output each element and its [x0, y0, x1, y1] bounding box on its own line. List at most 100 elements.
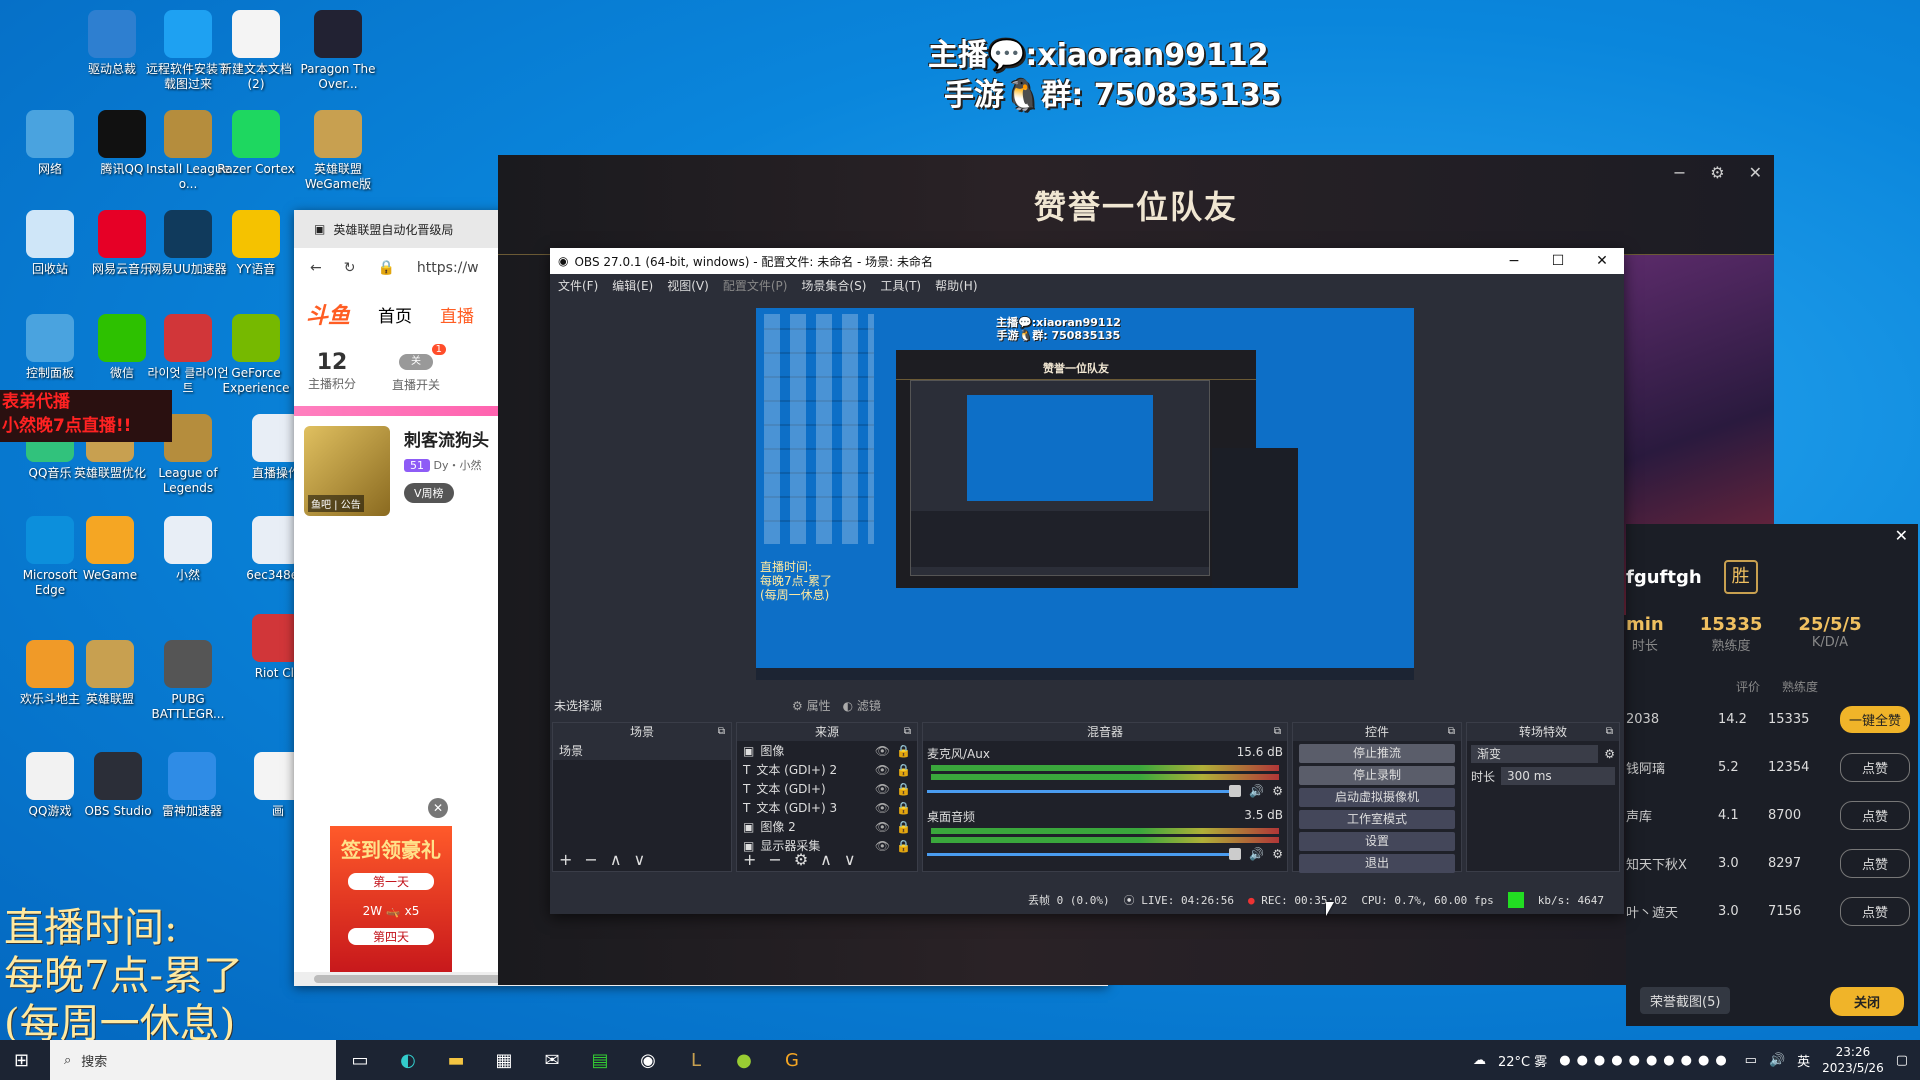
- control-button[interactable]: 停止推流: [1299, 744, 1455, 763]
- settings-gear-icon[interactable]: ⚙: [1710, 163, 1724, 182]
- live-switch[interactable]: 关: [399, 354, 434, 370]
- obs-menu-item[interactable]: 帮助(H): [935, 277, 977, 294]
- promo-banner[interactable]: 签到领豪礼 第一天 2W 🛶 x5 第四天: [330, 826, 452, 986]
- duration-input[interactable]: 300 ms: [1501, 767, 1615, 785]
- source-up-icon[interactable]: ∧: [820, 850, 832, 869]
- close-button[interactable]: 关闭: [1829, 987, 1904, 1016]
- desktop-icon[interactable]: Razer Cortex: [214, 110, 298, 177]
- scene-up-icon[interactable]: ∧: [610, 850, 622, 869]
- close-icon[interactable]: ✕: [1749, 163, 1762, 182]
- streamer-avatar[interactable]: 鱼吧 | 公告: [304, 426, 390, 516]
- control-button[interactable]: 停止录制: [1299, 766, 1455, 785]
- network-tray-icon[interactable]: ▭: [1745, 1053, 1757, 1068]
- g-app-taskbar-icon[interactable]: G: [768, 1040, 816, 1080]
- ime-indicator[interactable]: 英: [1797, 1051, 1810, 1070]
- source-item[interactable]: ▣ 图像 👁 🔒: [737, 741, 917, 760]
- taskbar-search[interactable]: ⌕ 搜索: [50, 1040, 336, 1080]
- channel-gear-icon[interactable]: ⚙: [1272, 784, 1283, 798]
- refresh-icon[interactable]: ↻: [344, 260, 356, 276]
- visibility-eye-icon[interactable]: 👁: [875, 763, 890, 777]
- remove-source-icon[interactable]: −: [768, 850, 781, 869]
- add-source-icon[interactable]: +: [743, 850, 756, 869]
- lock-icon[interactable]: 🔒: [896, 744, 911, 758]
- speaker-icon[interactable]: 🔊: [1249, 847, 1264, 861]
- obs-menu-item[interactable]: 文件(F): [558, 277, 598, 294]
- app-taskbar-icon[interactable]: ▤: [576, 1040, 624, 1080]
- scene-down-icon[interactable]: ∨: [634, 850, 646, 869]
- obs-taskbar-icon[interactable]: ◉: [624, 1040, 672, 1080]
- edge-taskbar-icon[interactable]: ◐: [384, 1040, 432, 1080]
- visibility-eye-icon[interactable]: 👁: [875, 782, 890, 796]
- obs-menu-item[interactable]: 视图(V): [667, 277, 709, 294]
- scene-item[interactable]: 场景: [553, 741, 731, 760]
- add-scene-icon[interactable]: +: [559, 850, 572, 869]
- desktop-icon[interactable]: Paragon The Over...: [296, 10, 380, 92]
- tag-notice[interactable]: 公告: [341, 500, 361, 511]
- like-button[interactable]: 一键全赞: [1840, 705, 1910, 733]
- douyu-logo[interactable]: 斗鱼: [306, 298, 350, 330]
- source-item[interactable]: T 文本 (GDI+) 2 👁 🔒: [737, 760, 917, 779]
- task-view-icon[interactable]: ▭: [336, 1040, 384, 1080]
- obs-maximize-icon[interactable]: ☐: [1536, 253, 1580, 269]
- like-button[interactable]: 点赞: [1840, 800, 1910, 830]
- speaker-icon[interactable]: 🔊: [1249, 784, 1264, 798]
- tray-icons[interactable]: ●●●●●●●●●●: [1559, 1053, 1732, 1068]
- visibility-eye-icon[interactable]: 👁: [875, 801, 890, 815]
- start-button[interactable]: ⊞: [14, 1050, 29, 1071]
- lock-icon[interactable]: 🔒: [896, 839, 911, 853]
- lock-icon[interactable]: 🔒: [896, 820, 911, 834]
- explorer-taskbar-icon[interactable]: ▬: [432, 1040, 480, 1080]
- vweek-button[interactable]: V周榜: [404, 483, 454, 503]
- desktop-icon[interactable]: 英雄联盟: [68, 640, 152, 707]
- green-app-taskbar-icon[interactable]: ●: [720, 1040, 768, 1080]
- source-down-icon[interactable]: ∨: [844, 850, 856, 869]
- visibility-eye-icon[interactable]: 👁: [875, 744, 890, 758]
- properties-button[interactable]: ⚙ 属性: [792, 697, 831, 714]
- desktop-icon[interactable]: 驱动总裁: [70, 10, 154, 77]
- lock-icon[interactable]: 🔒: [896, 763, 911, 777]
- desktop-icon[interactable]: 新建文本文档 (2): [214, 10, 298, 92]
- transition-gear-icon[interactable]: ⚙: [1604, 747, 1615, 761]
- lock-icon[interactable]: 🔒: [896, 782, 911, 796]
- store-taskbar-icon[interactable]: ▦: [480, 1040, 528, 1080]
- browser-tab-title[interactable]: 英雄联盟自动化晋级局: [333, 221, 453, 238]
- desktop-icon[interactable]: 英雄联盟 WeGame版: [296, 110, 380, 192]
- promo-close-icon[interactable]: ✕: [428, 798, 448, 818]
- obs-menu-item[interactable]: 编辑(E): [612, 277, 653, 294]
- address-bar[interactable]: https://w: [417, 260, 479, 276]
- obs-menu-item[interactable]: 工具(T): [880, 277, 921, 294]
- control-button[interactable]: 设置: [1299, 832, 1455, 851]
- lol-taskbar-icon[interactable]: L: [672, 1040, 720, 1080]
- weather-text[interactable]: 22°C 雾: [1498, 1051, 1547, 1070]
- remove-scene-icon[interactable]: −: [584, 850, 597, 869]
- volume-icon[interactable]: 🔊: [1769, 1053, 1785, 1068]
- mail-taskbar-icon[interactable]: ✉: [528, 1040, 576, 1080]
- desktop-icon[interactable]: 雷神加速器: [150, 752, 234, 819]
- source-item[interactable]: ▣ 图像 2 👁 🔒: [737, 817, 917, 836]
- nav-live[interactable]: 直播: [440, 302, 474, 327]
- volume-slider[interactable]: [927, 784, 1242, 797]
- obs-menu-item[interactable]: 场景集合(S): [801, 277, 866, 294]
- source-settings-icon[interactable]: ⚙: [794, 850, 808, 869]
- desktop-icon[interactable]: 小然: [146, 516, 230, 583]
- notification-icon[interactable]: ▢: [1896, 1053, 1908, 1068]
- control-button[interactable]: 工作室模式: [1299, 810, 1455, 829]
- desktop-icon[interactable]: YY语音: [214, 210, 298, 277]
- weather-icon[interactable]: ☁: [1473, 1053, 1486, 1068]
- like-button[interactable]: 点赞: [1840, 752, 1910, 782]
- back-icon[interactable]: ←: [310, 260, 322, 276]
- obs-minimize-icon[interactable]: −: [1492, 253, 1536, 269]
- desktop-icon[interactable]: PUBG BATTLEGR...: [146, 640, 230, 722]
- obs-menu-item[interactable]: 配置文件(P): [723, 277, 788, 294]
- source-item[interactable]: T 文本 (GDI+) 3 👁 🔒: [737, 798, 917, 817]
- obs-close-icon[interactable]: ✕: [1580, 253, 1624, 269]
- control-button[interactable]: 退出: [1299, 854, 1455, 873]
- lock-icon[interactable]: 🔒: [896, 801, 911, 815]
- transition-select[interactable]: 渐变: [1471, 745, 1599, 763]
- minimize-icon[interactable]: −: [1673, 163, 1686, 182]
- honor-screenshot-button[interactable]: 荣誉截图(5): [1640, 987, 1731, 1014]
- tag-fishbar[interactable]: 鱼吧: [311, 500, 331, 511]
- channel-gear-icon[interactable]: ⚙: [1272, 847, 1283, 861]
- stats-close-icon[interactable]: ✕: [1895, 526, 1908, 545]
- desktop-icon[interactable]: WeGame: [68, 516, 152, 583]
